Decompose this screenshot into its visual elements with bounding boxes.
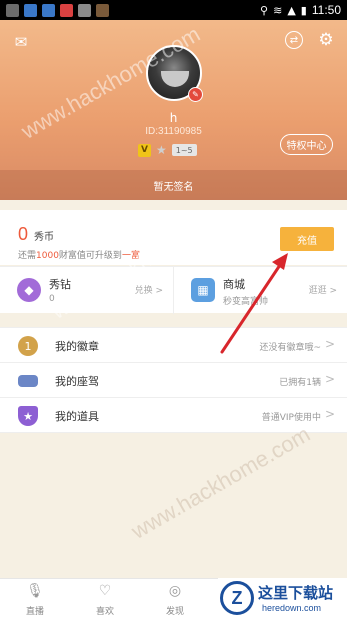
app-notification-icon	[42, 3, 55, 17]
signature[interactable]: 暂无签名	[0, 170, 347, 200]
chevron-right-icon: >	[324, 407, 335, 421]
level-badge: 1~5	[171, 144, 197, 156]
star-icon: ★	[156, 143, 167, 157]
app-notification-icon	[6, 3, 19, 17]
menu-status: 已拥有1辆	[279, 378, 321, 388]
system-status: ⚲ ≋ ▲ ▮ 11:50	[260, 3, 341, 17]
car-icon	[18, 375, 38, 387]
upgrade-hint: 还需1000财富值可升级到一富	[18, 248, 140, 261]
edit-icon[interactable]: ✎	[188, 87, 203, 102]
list-item-badges[interactable]: 1 我的徽章 还没有徽章哦~ >	[0, 328, 347, 363]
exchange-link[interactable]: 兑换 >	[135, 283, 163, 296]
heart-icon: ♡	[98, 583, 112, 599]
list-item-props[interactable]: ★ 我的道具 普通VIP使用中 >	[0, 398, 347, 433]
app-notification-icon	[60, 3, 73, 17]
coins-panel: 0 秀币 还需1000财富值可升级到一富 充值	[0, 210, 347, 265]
logo-subtitle: heredown.com	[262, 603, 322, 613]
profile-header: ✉ ⇄ ⚙ ✎ h ID:31190985 V ★ 1~5 特权中心 暂无签名	[0, 20, 347, 200]
shop-label: 商城	[223, 278, 245, 291]
shop-row: ◆ 秀钻 0 兑换 > ▦ 商城 秒变高富帅 逛逛 >	[0, 266, 347, 314]
mall-item[interactable]: ▦ 商城 秒变高富帅 逛逛 >	[173, 267, 347, 314]
clock: 11:50	[311, 3, 341, 17]
tab-label: 喜欢	[95, 607, 114, 617]
diamond-count: 0	[49, 294, 55, 304]
signal-icon: ▲	[287, 3, 296, 17]
battery-icon: ▮	[300, 3, 307, 17]
wifi-icon: ≋	[273, 3, 283, 17]
tab-label: 直播	[25, 607, 44, 617]
menu-status: 普通VIP使用中	[261, 413, 321, 423]
list-item-vehicles[interactable]: 我的座驾 已拥有1辆 >	[0, 363, 347, 398]
location-icon: ⚲	[260, 3, 269, 17]
shop-label: 秀钻	[49, 278, 71, 291]
gear-icon[interactable]: ⚙	[317, 30, 335, 50]
diamond-item[interactable]: ◆ 秀钻 0 兑换 >	[0, 267, 173, 314]
mall-icon: ▦	[191, 278, 215, 302]
tab-favorites[interactable]: ♡ 喜欢	[70, 579, 140, 618]
upgrade-prefix: 还需	[18, 251, 37, 261]
username: h	[169, 111, 178, 125]
browse-link[interactable]: 逛逛 >	[309, 283, 337, 296]
menu-status: 还没有徽章哦~	[259, 343, 321, 353]
vip-badge: V	[138, 143, 151, 157]
chevron-right-icon: >	[324, 372, 335, 386]
notification-icons	[6, 3, 109, 17]
switch-icon[interactable]: ⇄	[285, 31, 303, 49]
app-notification-icon	[96, 3, 109, 17]
upgrade-target: 一富	[121, 251, 140, 261]
microphone-icon: 🎙	[26, 583, 44, 599]
download-site-logo: Z 这里下载站 heredown.com	[218, 578, 347, 618]
upgrade-amount: 1000	[36, 251, 59, 261]
upgrade-middle: 财富值可升级到	[58, 251, 122, 261]
tab-label: 发现	[165, 607, 184, 617]
chevron-right-icon: >	[324, 337, 335, 351]
menu-list: 1 我的徽章 还没有徽章哦~ > 我的座驾 已拥有1辆 > ★ 我的道具 普通V…	[0, 327, 347, 433]
status-bar: ⚲ ≋ ▲ ▮ 11:50	[0, 0, 347, 20]
logo-title: 这里下载站	[258, 584, 334, 602]
medal-icon: 1	[18, 336, 38, 356]
app-notification-icon	[78, 3, 91, 17]
app-notification-icon	[24, 3, 37, 17]
watermark: www.hackhome.com	[127, 421, 315, 544]
menu-label: 我的徽章	[55, 340, 99, 353]
privilege-center-button[interactable]: 特权中心	[280, 134, 333, 155]
coin-unit: 秀币	[34, 232, 54, 243]
recharge-button[interactable]: 充值	[280, 227, 334, 251]
coin-count: 0	[18, 224, 29, 244]
diamond-icon: ◆	[17, 278, 41, 302]
prop-icon: ★	[18, 406, 38, 426]
compass-icon: ◎	[168, 583, 182, 599]
menu-label: 我的座驾	[55, 375, 99, 388]
mail-icon[interactable]: ✉	[12, 33, 30, 51]
mall-subtitle: 秒变高富帅	[223, 297, 269, 307]
logo-mark: Z	[220, 581, 254, 615]
tab-live[interactable]: 🎙 直播	[0, 579, 70, 618]
menu-label: 我的道具	[55, 410, 99, 423]
tab-discover[interactable]: ◎ 发现	[140, 579, 210, 618]
badge-row: V ★ 1~5	[138, 143, 197, 157]
